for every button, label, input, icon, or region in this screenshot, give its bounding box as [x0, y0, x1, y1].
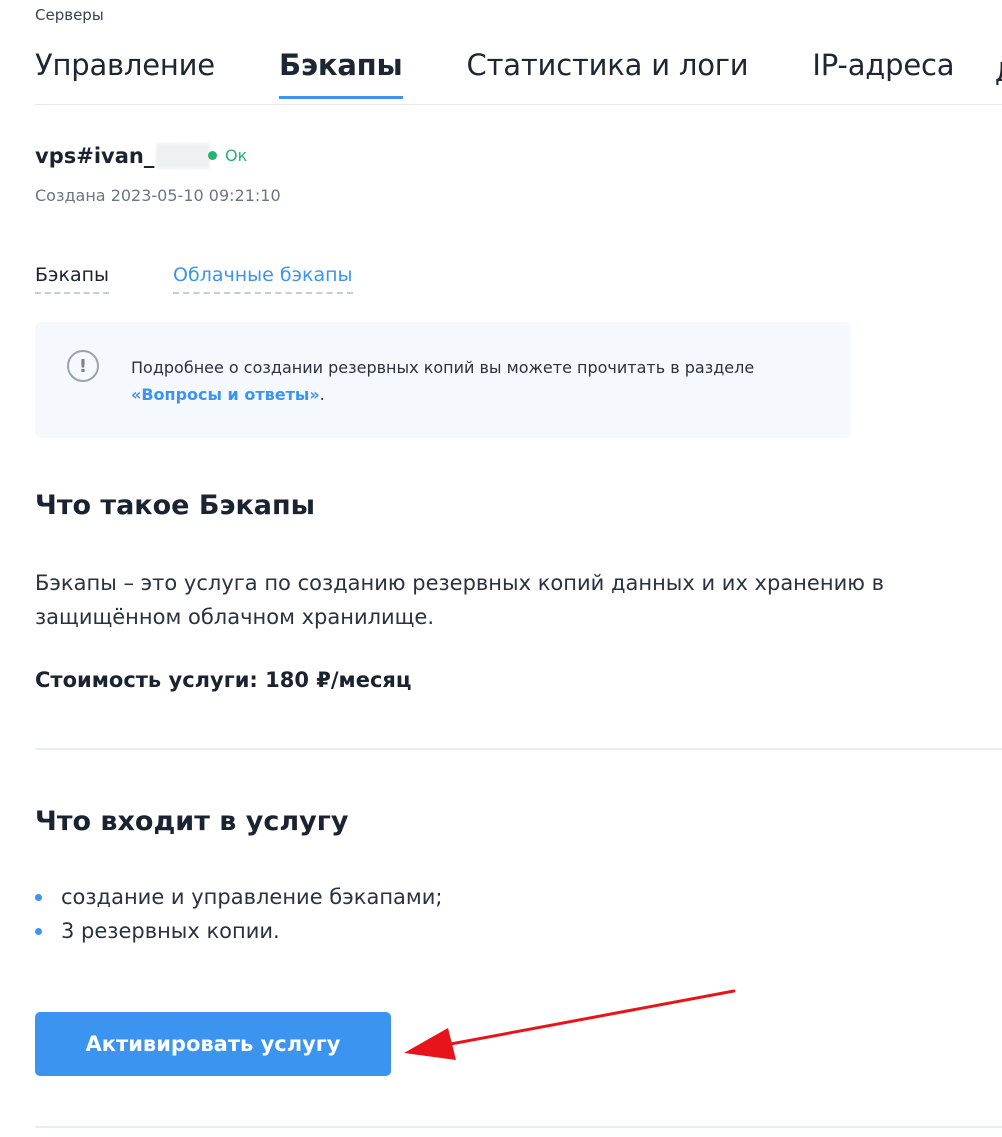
- annotation-arrow-icon: [404, 989, 736, 1060]
